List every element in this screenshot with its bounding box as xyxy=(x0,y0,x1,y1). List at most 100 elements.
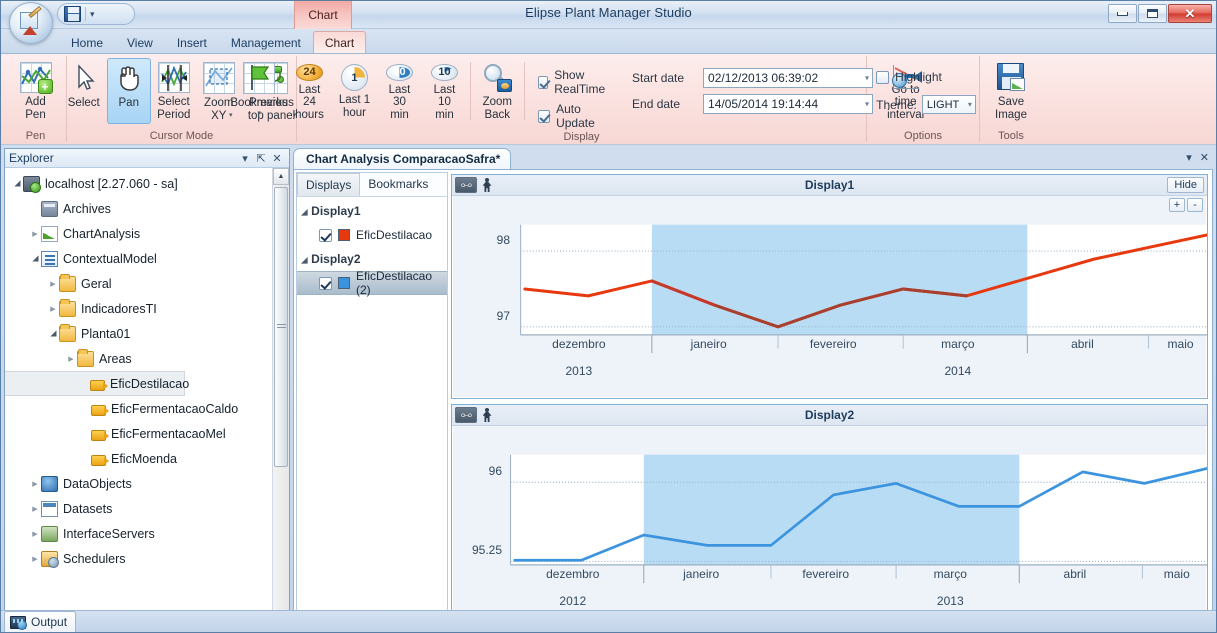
auto-update-checkbox[interactable]: Auto Update xyxy=(538,102,617,130)
link-icon[interactable]: ⧟ xyxy=(455,407,477,423)
close-icon[interactable]: ✕ xyxy=(269,152,285,165)
scrollbar-thumb[interactable] xyxy=(274,187,288,467)
person-icon[interactable] xyxy=(479,177,495,193)
tree-item-geral[interactable]: Geral xyxy=(5,271,289,296)
chart-title-display2: Display2 xyxy=(452,408,1207,422)
maximize-button[interactable] xyxy=(1138,4,1167,23)
color-swatch xyxy=(338,277,350,289)
y-tick-label-97: 97 xyxy=(456,309,510,323)
clock-1-icon: 1 xyxy=(341,64,368,91)
ribbon-tab-view[interactable]: View xyxy=(115,31,165,53)
highlight-checkbox[interactable]: Highlight xyxy=(876,70,942,84)
tree-item-dataobjects[interactable]: DataObjects xyxy=(5,471,289,496)
expand-toggle-icon[interactable] xyxy=(47,279,59,288)
bookmark-icon xyxy=(243,62,275,94)
last-30-min-button[interactable]: 30 Last 30 min xyxy=(377,58,421,124)
tree-item-indicadoresti[interactable]: IndicadoresTI xyxy=(5,296,289,321)
tree-item-datasets[interactable]: Datasets xyxy=(5,496,289,521)
chevron-down-icon[interactable]: ▾ xyxy=(257,109,261,117)
tree-item-planta01[interactable]: Planta01 xyxy=(5,321,289,346)
tree-item-schedulers[interactable]: Schedulers xyxy=(5,546,289,571)
select-button[interactable]: Select xyxy=(62,58,106,124)
tab-bookmarks[interactable]: Bookmarks xyxy=(360,173,436,196)
bookmarks-button[interactable]: Bookmarks ▾ xyxy=(232,58,287,124)
select-period-button[interactable]: Select Period xyxy=(152,58,196,124)
link-icon[interactable]: ⧟ xyxy=(455,177,477,193)
tree-item-interfaceservers[interactable]: InterfaceServers xyxy=(5,521,289,546)
pen-item-eficdestilacao-2[interactable]: EficDestilacao (2) xyxy=(297,271,447,295)
show-realtime-checkbox[interactable]: Show RealTime xyxy=(538,68,617,96)
tree-item-localhost[interactable]: localhost [2.27.060 - sa] xyxy=(5,171,289,196)
tab-displays[interactable]: Displays xyxy=(297,173,360,196)
last-1-hour-button[interactable]: 1 Last 1 hour xyxy=(332,58,376,124)
start-date-input[interactable]: 02/12/2013 06:39:02 ▾ xyxy=(703,68,873,88)
expand-toggle-icon[interactable] xyxy=(47,329,59,338)
tree-item-contextualmodel[interactable]: ContextualModel xyxy=(5,246,289,271)
expand-toggle-icon[interactable] xyxy=(65,354,77,363)
explorer-scrollbar[interactable]: ▲ ▼ xyxy=(272,168,289,633)
end-date-input[interactable]: 14/05/2014 19:14:44 ▾ xyxy=(703,94,873,114)
expand-toggle-icon[interactable] xyxy=(301,252,307,266)
ribbon-tab-chart[interactable]: Chart xyxy=(313,31,366,53)
display-group-display2[interactable]: Display2 xyxy=(297,247,447,271)
expand-toggle-icon[interactable] xyxy=(29,554,41,563)
display-group-display1[interactable]: Display1 xyxy=(297,199,447,223)
tree-item-label: Geral xyxy=(81,277,112,291)
tree-item-eficfermentacaomel[interactable]: EficFermentacaoMel xyxy=(5,421,289,446)
tree-item-eficmoenda[interactable]: EficMoenda xyxy=(5,446,289,471)
save-image-label: Save Image xyxy=(995,96,1027,121)
tree-item-eficdestilacao[interactable]: EficDestilacao xyxy=(5,371,185,396)
tree-item-label: EficFermentacaoMel xyxy=(111,427,226,441)
ribbon-tab-insert[interactable]: Insert xyxy=(165,31,219,53)
close-icon[interactable]: ✕ xyxy=(1200,151,1209,164)
chart-plot-display1[interactable]: 98 97 dezembro janeiro fevereiro março a… xyxy=(452,196,1207,398)
output-tab[interactable]: Output xyxy=(4,611,76,632)
expand-toggle-icon[interactable] xyxy=(29,254,41,263)
hide-button-display1[interactable]: Hide xyxy=(1167,177,1204,193)
tree-item-areas[interactable]: Areas xyxy=(5,346,289,371)
zoom-out-button[interactable]: - xyxy=(1187,198,1203,212)
explorer-title: Explorer xyxy=(9,151,237,165)
save-image-button[interactable]: Save Image xyxy=(989,58,1033,124)
pen-item-label: EficDestilacao xyxy=(356,228,432,242)
contextual-tab-chart[interactable]: Chart xyxy=(294,1,352,29)
chevron-down-icon[interactable]: ▾ xyxy=(1186,151,1192,164)
tree-item-eficfermentacaocaldo[interactable]: EficFermentacaoCaldo xyxy=(5,396,289,421)
expand-toggle-icon[interactable] xyxy=(301,204,307,218)
pin-icon[interactable]: ⇱ xyxy=(253,152,269,165)
person-icon[interactable] xyxy=(479,407,495,423)
theme-select[interactable]: LIGHT ▾ xyxy=(922,95,976,114)
zoom-back-button[interactable]: Zoom Back xyxy=(475,58,519,124)
chevron-down-icon[interactable]: ▾ xyxy=(968,100,972,109)
add-pen-button[interactable]: + Add Pen xyxy=(14,58,58,124)
close-button[interactable]: ✕ xyxy=(1168,4,1212,23)
zoom-in-button[interactable]: + xyxy=(1169,198,1185,212)
x-year-label-2014: 2014 xyxy=(905,364,1011,378)
checkbox-icon[interactable] xyxy=(319,277,332,290)
expand-toggle-icon[interactable] xyxy=(11,179,23,188)
ribbon-tab-management[interactable]: Management xyxy=(219,31,313,53)
last-24-hours-button[interactable]: 24 Last 24 hours xyxy=(287,58,331,124)
chart-plot-display2[interactable]: 96 95.25 dezembro janeiro fevereiro març… xyxy=(452,426,1207,628)
expand-toggle-icon[interactable] xyxy=(29,504,41,513)
tree-item-archives[interactable]: Archives xyxy=(5,196,289,221)
pan-button[interactable]: Pan xyxy=(107,58,151,124)
expand-toggle-icon[interactable] xyxy=(29,479,41,488)
checkbox-icon[interactable] xyxy=(319,229,332,242)
ribbon-tab-home[interactable]: Home xyxy=(59,31,115,53)
expand-toggle-icon[interactable] xyxy=(29,229,41,238)
expand-toggle-icon[interactable] xyxy=(29,529,41,538)
scroll-up-button[interactable]: ▲ xyxy=(273,168,289,185)
pen-item-eficdestilacao[interactable]: EficDestilacao xyxy=(297,223,447,247)
last-10-min-button[interactable]: 10 Last 10 min xyxy=(422,58,466,124)
chevron-down-icon[interactable]: ▾ xyxy=(237,152,253,165)
minimize-button[interactable] xyxy=(1108,4,1137,23)
expand-toggle-icon[interactable] xyxy=(47,304,59,313)
document-tab-chart-analysis[interactable]: Chart Analysis ComparacaoSafra* xyxy=(293,148,511,169)
archives-icon xyxy=(41,201,58,217)
x-year-label-2012: 2012 xyxy=(520,594,626,608)
tree-item-chartanalysis[interactable]: ChartAnalysis xyxy=(5,221,289,246)
application-menu-button[interactable] xyxy=(9,2,53,44)
displays-panel: Displays Bookmarks Display1 EficDestilac… xyxy=(296,172,448,631)
output-bar: Output xyxy=(4,610,76,632)
